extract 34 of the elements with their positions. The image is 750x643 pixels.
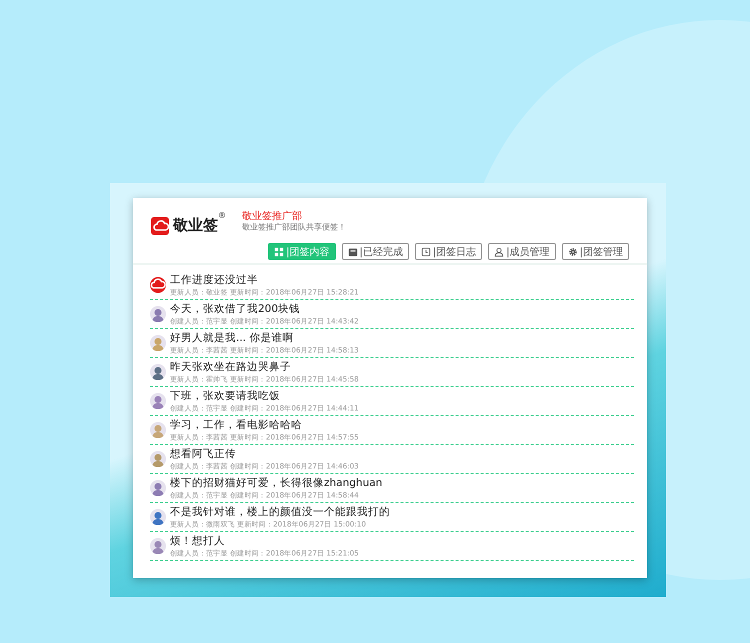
avatar-icon [150,538,166,554]
avatar-icon [150,509,166,525]
avatar-icon [150,393,166,409]
note-title[interactable]: 烦！想打人 [170,534,432,548]
note-title[interactable]: 今天，张欢借了我200块钱 [170,302,432,316]
note-title[interactable]: 学习，工作，看电影哈哈哈 [170,418,432,432]
avatar-icon [150,364,166,380]
avatar-icon [150,306,166,322]
clock-icon [420,246,431,256]
note-title[interactable]: 下班，张欢要请我吃饭 [170,388,432,402]
avatar-icon [150,422,166,438]
avatar-icon [150,451,166,467]
brand-name: 敬业签 [173,216,218,235]
tab[interactable]: |团签日志 [414,243,482,260]
tab[interactable]: |已经完成 [342,243,409,260]
note-title[interactable]: 不是我针对谁，楼上的颜值没一个能跟我打的 [170,504,442,518]
note-title[interactable]: 想看阿飞正传 [170,446,432,460]
grid-icon [274,246,284,256]
note-title[interactable]: 楼下的招财猫好可爱，长得很像zhanghuan [170,476,432,490]
note-title[interactable]: 好男人就是我... 你是谁啊 [170,330,432,344]
box-icon [348,246,358,256]
team-slogan: 敬业签推广部团队共享便签！ [242,222,346,232]
settings-icon [568,246,578,256]
tab[interactable]: |成员管理 [488,243,556,260]
avatar-icon [150,335,166,351]
user-icon [494,246,504,256]
note-title[interactable]: 昨天张欢坐在路边哭鼻子 [170,360,432,374]
registered-mark: ® [218,211,226,220]
cloud-logo-icon [151,216,169,234]
tab[interactable]: |团签管理 [562,243,629,260]
logo-icon [150,277,166,293]
note-title[interactable]: 工作进度还没过半 [170,272,432,286]
avatar-icon [150,480,166,496]
team-name: 敬业签推广部 [242,210,303,222]
